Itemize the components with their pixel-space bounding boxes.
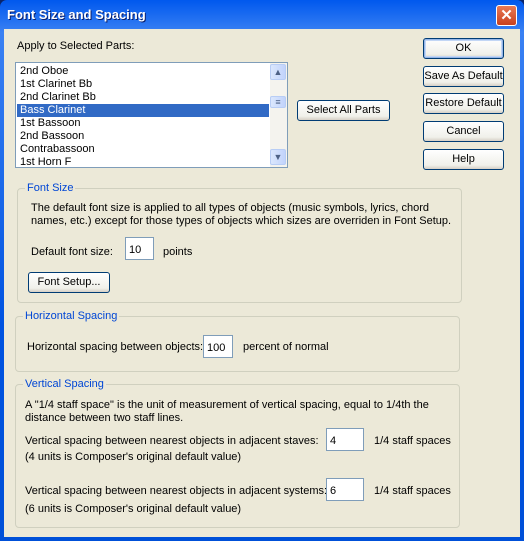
staves-spacing-input[interactable] <box>326 428 364 451</box>
horizontal-spacing-legend: Horizontal Spacing <box>23 310 120 322</box>
scroll-down-button[interactable]: ▼ <box>270 149 286 165</box>
font-size-unit: points <box>163 246 193 258</box>
cancel-button[interactable]: Cancel <box>423 121 504 142</box>
help-button[interactable]: Help <box>423 149 504 170</box>
systems-default-note: (6 units is Composer's original default … <box>25 503 242 515</box>
font-size-description-2: names, etc.) except for those types of o… <box>31 215 452 227</box>
restore-default-button[interactable]: Restore Default <box>423 93 504 114</box>
window-title: Font Size and Spacing <box>7 7 146 22</box>
list-item[interactable]: 2nd Clarinet Bb <box>17 91 269 104</box>
horizontal-spacing-unit: percent of normal <box>243 341 329 353</box>
select-all-parts-button[interactable]: Select All Parts <box>297 100 390 121</box>
font-setup-button[interactable]: Font Setup... <box>28 272 110 293</box>
systems-spacing-input[interactable] <box>326 478 364 501</box>
parts-listbox[interactable]: 2nd Oboe 1st Clarinet Bb 2nd Clarinet Bb… <box>15 62 288 168</box>
staves-spacing-label: Vertical spacing between nearest objects… <box>25 435 319 447</box>
font-size-legend: Font Size <box>25 182 76 194</box>
default-font-size-input[interactable] <box>125 237 154 260</box>
horizontal-spacing-label: Horizontal spacing between objects: <box>27 341 204 353</box>
systems-spacing-unit: 1/4 staff spaces <box>374 485 451 497</box>
font-size-description-1: The default font size is applied to all … <box>31 202 430 214</box>
systems-spacing-label: Vertical spacing between nearest objects… <box>25 485 328 497</box>
list-item[interactable]: 1st Bassoon <box>17 117 269 130</box>
list-item[interactable]: 1st Horn F <box>17 156 269 167</box>
list-item[interactable]: 2nd Oboe <box>17 65 269 78</box>
scroll-thumb[interactable]: ≡ <box>270 96 286 108</box>
vertical-description-1: A "1/4 staff space" is the unit of measu… <box>25 399 429 411</box>
dialog-window: Font Size and Spacing ✕ Apply to Selecte… <box>0 0 524 541</box>
default-font-size-label: Default font size: <box>31 246 113 258</box>
list-item-selected[interactable]: Bass Clarinet <box>17 104 269 117</box>
list-item[interactable]: 2nd Bassoon <box>17 130 269 143</box>
ok-button[interactable]: OK <box>423 38 504 59</box>
close-icon: ✕ <box>500 7 513 24</box>
dialog-client: Apply to Selected Parts: 2nd Oboe 1st Cl… <box>4 29 520 537</box>
vertical-spacing-legend: Vertical Spacing <box>23 378 106 390</box>
vertical-description-2: distance between two staff lines. <box>25 412 184 424</box>
vertical-spacing-group: Vertical Spacing A "1/4 staff space" is … <box>15 378 460 528</box>
parts-label: Apply to Selected Parts: <box>17 40 135 52</box>
horizontal-spacing-group: Horizontal Spacing Horizontal spacing be… <box>15 310 460 372</box>
staves-spacing-unit: 1/4 staff spaces <box>374 435 451 447</box>
staves-default-note: (4 units is Composer's original default … <box>25 451 242 463</box>
horizontal-spacing-input[interactable] <box>203 335 233 358</box>
scroll-up-button[interactable]: ▲ <box>270 64 286 80</box>
list-item[interactable]: Contrabassoon <box>17 143 269 156</box>
list-item[interactable]: 1st Clarinet Bb <box>17 78 269 91</box>
close-button[interactable]: ✕ <box>496 5 517 26</box>
list-scrollbar[interactable]: ▲ ≡ ▼ <box>270 63 287 167</box>
font-size-group: Font Size The default font size is appli… <box>17 182 462 303</box>
save-as-default-button[interactable]: Save As Default <box>423 66 504 87</box>
